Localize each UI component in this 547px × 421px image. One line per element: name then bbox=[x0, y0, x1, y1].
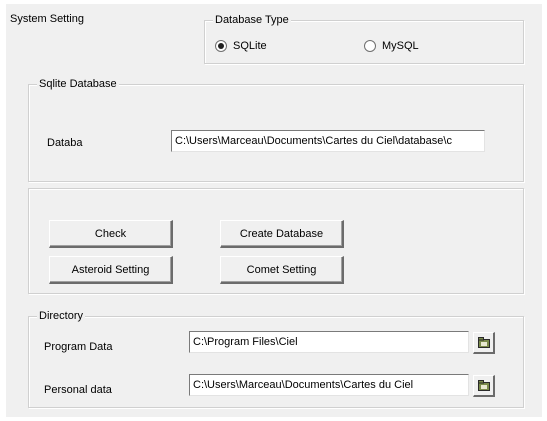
program-data-label: Program Data bbox=[44, 341, 113, 353]
comet-setting-button[interactable]: Comet Setting bbox=[220, 256, 344, 284]
directory-legend: Directory bbox=[37, 309, 86, 323]
sqlite-database-legend: Sqlite Database bbox=[37, 77, 119, 91]
mysql-radio-label[interactable]: MySQL bbox=[382, 39, 419, 53]
folder-icon bbox=[477, 380, 490, 391]
database-path-label: Databa bbox=[47, 137, 83, 149]
directory-group: Directory Program Data C:\Program Files\… bbox=[28, 309, 524, 408]
program-data-browse-button[interactable] bbox=[473, 332, 495, 354]
database-type-legend: Database Type bbox=[213, 13, 291, 27]
system-setting-panel: System Setting Database Type SQLite MySQ… bbox=[6, 4, 542, 417]
program-data-field[interactable]: C:\Program Files\Ciel bbox=[189, 331, 469, 353]
folder-icon bbox=[477, 337, 490, 348]
personal-data-field[interactable]: C:\Users\Marceau\Documents\Cartes du Cie… bbox=[189, 374, 469, 396]
asteroid-setting-button[interactable]: Asteroid Setting bbox=[49, 256, 173, 284]
personal-data-browse-button[interactable] bbox=[473, 375, 495, 397]
database-type-group: Database Type SQLite MySQL bbox=[204, 13, 524, 64]
check-button[interactable]: Check bbox=[49, 220, 173, 248]
sqlite-database-group: Sqlite Database Databa C:\Users\Marceau\… bbox=[28, 77, 524, 182]
sqlite-radio-label[interactable]: SQLite bbox=[233, 39, 267, 53]
actions-group: Check Create Database Asteroid Setting C… bbox=[28, 188, 524, 294]
mysql-radio[interactable] bbox=[364, 40, 376, 52]
personal-data-label: Personal data bbox=[44, 384, 112, 396]
create-database-button[interactable]: Create Database bbox=[220, 220, 344, 248]
page-title: System Setting bbox=[10, 13, 84, 25]
database-path-field[interactable]: C:\Users\Marceau\Documents\Cartes du Cie… bbox=[171, 130, 485, 152]
sqlite-radio[interactable] bbox=[215, 40, 227, 52]
